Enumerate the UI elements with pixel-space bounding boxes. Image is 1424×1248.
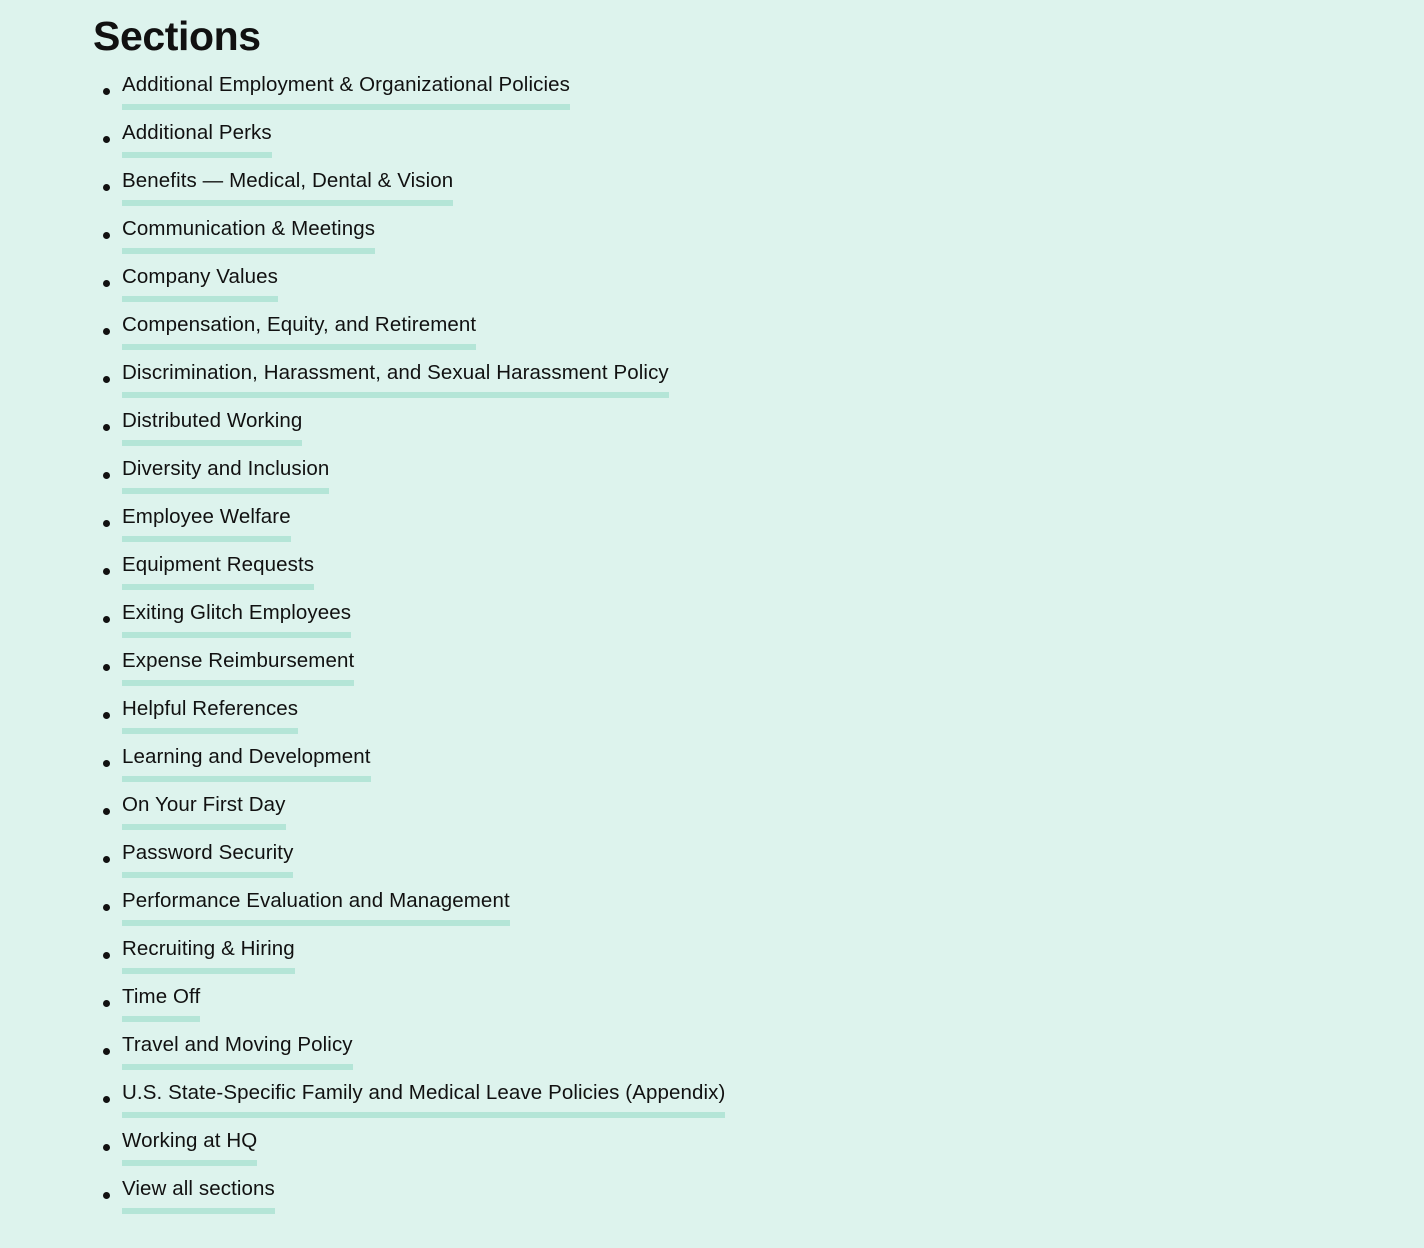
section-link[interactable]: On Your First Day [122, 792, 286, 830]
bullet-icon [103, 328, 110, 335]
section-link[interactable]: Time Off [122, 984, 201, 1022]
section-link[interactable]: Learning and Development [122, 744, 371, 782]
bullet-icon [103, 424, 110, 431]
section-link[interactable]: Working at HQ [122, 1128, 258, 1166]
section-link[interactable]: Benefits — Medical, Dental & Vision [122, 168, 454, 206]
list-item: Time Off [0, 984, 725, 1032]
bullet-icon [103, 1000, 110, 1007]
list-item: Employee Welfare [0, 504, 725, 552]
section-link[interactable]: Distributed Working [122, 408, 303, 446]
page-title: Sections [93, 13, 261, 59]
list-item: Performance Evaluation and Management [0, 888, 725, 936]
bullet-icon [103, 1192, 110, 1199]
section-link[interactable]: Helpful References [122, 696, 299, 734]
list-item: Helpful References [0, 696, 725, 744]
bullet-icon [103, 904, 110, 911]
sections-list: Additional Employment & Organizational P… [0, 72, 726, 1224]
list-item: On Your First Day [0, 792, 725, 840]
list-item: Password Security [0, 840, 725, 888]
list-item: View all sections [0, 1176, 725, 1224]
list-item: Expense Reimbursement [0, 648, 725, 696]
list-item: Learning and Development [0, 744, 725, 792]
list-item: Additional Employment & Organizational P… [0, 72, 725, 120]
section-link[interactable]: Expense Reimbursement [122, 648, 355, 686]
bullet-icon [103, 808, 110, 815]
bullet-icon [103, 1048, 110, 1055]
list-item: U.S. State-Specific Family and Medical L… [0, 1080, 726, 1128]
list-item: Compensation, Equity, and Retirement [0, 312, 725, 360]
list-item: Equipment Requests [0, 552, 725, 600]
list-item: Working at HQ [0, 1128, 725, 1176]
list-item: Distributed Working [0, 408, 725, 456]
list-item: Exiting Glitch Employees [0, 600, 725, 648]
bullet-icon [103, 472, 110, 479]
section-link[interactable]: Compensation, Equity, and Retirement [122, 312, 477, 350]
section-link[interactable]: Discrimination, Harassment, and Sexual H… [122, 360, 669, 398]
section-link[interactable]: Exiting Glitch Employees [122, 600, 352, 638]
bullet-icon [103, 568, 110, 575]
list-item: Benefits — Medical, Dental & Vision [0, 168, 725, 216]
bullet-icon [103, 88, 110, 95]
section-link[interactable]: Communication & Meetings [122, 216, 376, 254]
list-item: Additional Perks [0, 120, 725, 168]
section-link[interactable]: Employee Welfare [122, 504, 291, 542]
bullet-icon [103, 760, 110, 767]
section-link[interactable]: Recruiting & Hiring [122, 936, 295, 974]
section-link[interactable]: Performance Evaluation and Management [122, 888, 510, 926]
bullet-icon [103, 1144, 110, 1151]
bullet-icon [103, 136, 110, 143]
section-link[interactable]: Diversity and Inclusion [122, 456, 330, 494]
list-item: Communication & Meetings [0, 216, 725, 264]
list-item: Company Values [0, 264, 725, 312]
bullet-icon [103, 664, 110, 671]
bullet-icon [103, 616, 110, 623]
section-link[interactable]: View all sections [122, 1176, 275, 1214]
bullet-icon [103, 232, 110, 239]
section-link[interactable]: Password Security [122, 840, 294, 878]
bullet-icon [103, 712, 110, 719]
section-link[interactable]: Equipment Requests [122, 552, 315, 590]
section-link[interactable]: Additional Perks [122, 120, 272, 158]
section-link[interactable]: Travel and Moving Policy [122, 1032, 353, 1070]
bullet-icon [103, 952, 110, 959]
section-link[interactable]: Company Values [122, 264, 278, 302]
bullet-icon [103, 520, 110, 527]
bullet-icon [103, 1096, 110, 1103]
bullet-icon [103, 280, 110, 287]
list-item: Diversity and Inclusion [0, 456, 725, 504]
bullet-icon [103, 184, 110, 191]
sections-page: Sections Additional Employment & Organiz… [0, 0, 1424, 1248]
section-link[interactable]: Additional Employment & Organizational P… [122, 72, 570, 110]
list-item: Discrimination, Harassment, and Sexual H… [0, 360, 725, 408]
list-item: Travel and Moving Policy [0, 1032, 725, 1080]
list-item: Recruiting & Hiring [0, 936, 725, 984]
bullet-icon [103, 856, 110, 863]
section-link[interactable]: U.S. State-Specific Family and Medical L… [122, 1080, 726, 1118]
bullet-icon [103, 376, 110, 383]
